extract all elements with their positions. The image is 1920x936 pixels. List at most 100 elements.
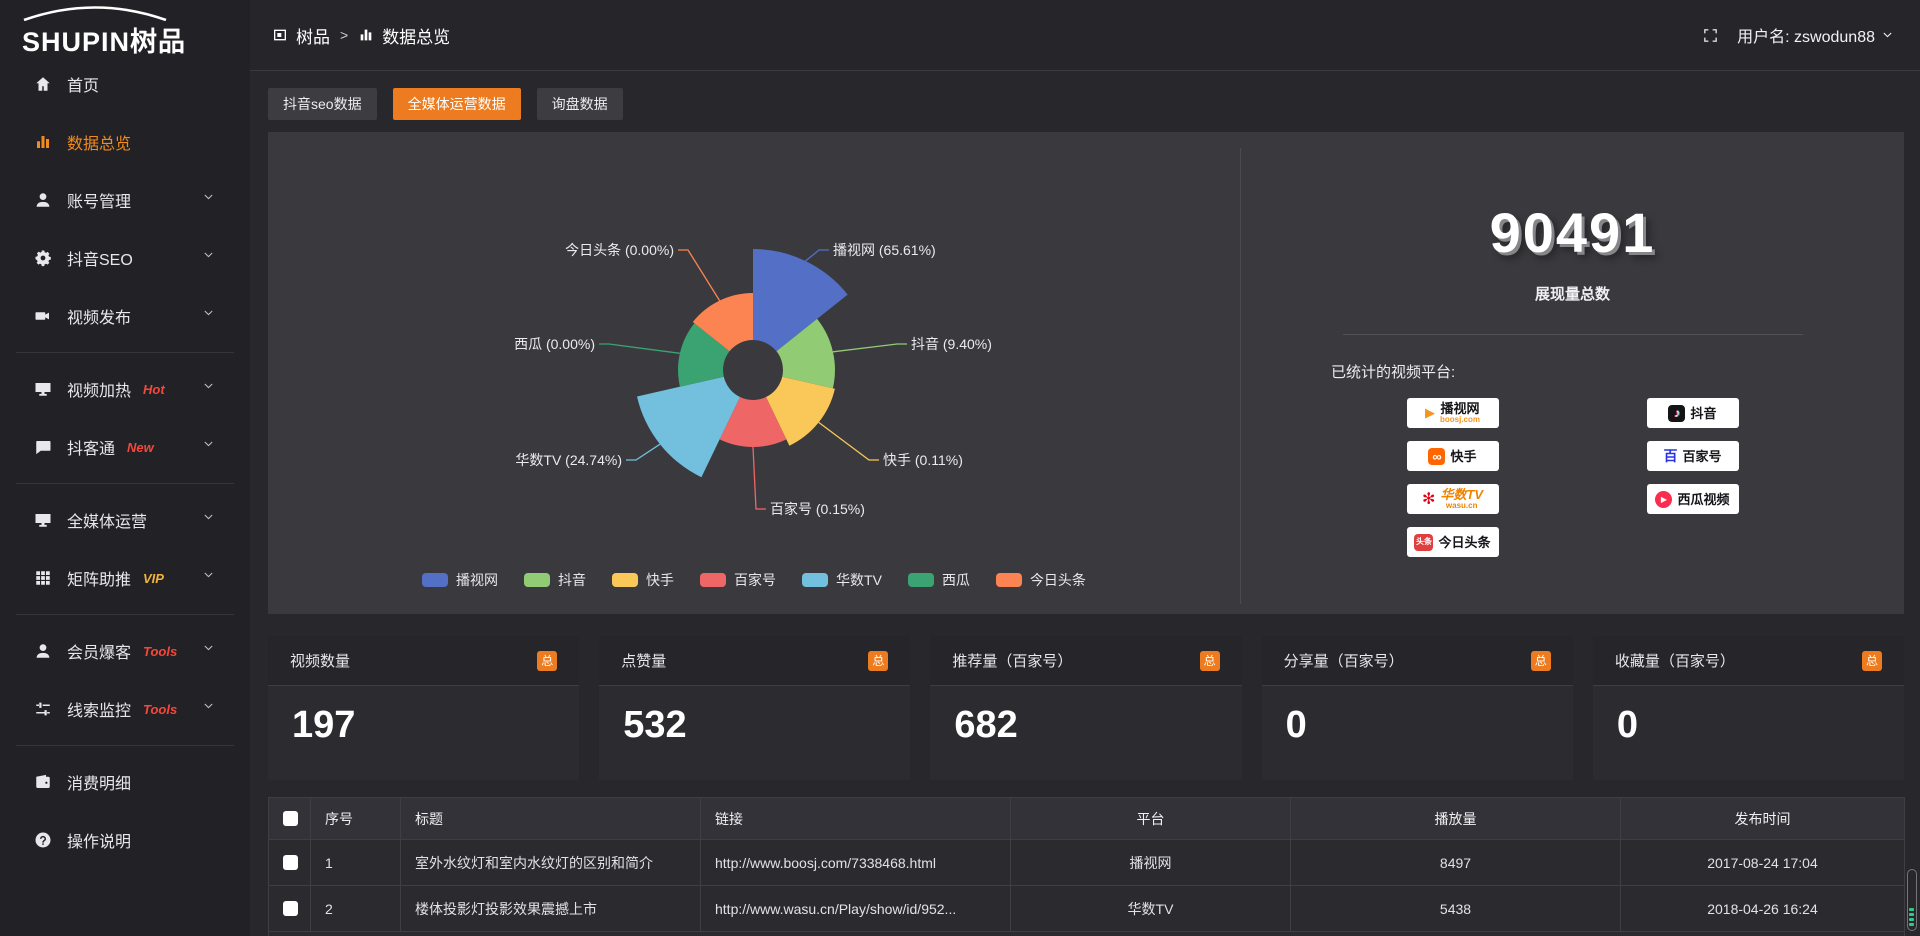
sidebar-item-media-operation[interactable]: 全媒体运营 — [0, 498, 250, 542]
sidebar-divider — [16, 352, 234, 353]
user-icon — [34, 191, 52, 209]
chevron-down-icon — [202, 511, 230, 529]
total-badge: 总 — [1200, 651, 1220, 671]
legend-item[interactable]: 今日头条 — [996, 570, 1086, 590]
legend-swatch — [422, 573, 448, 587]
legend-swatch — [612, 573, 638, 587]
table-row: 2 楼体投影灯投影效果震撼上市 http://www.wasu.cn/Play/… — [269, 886, 1905, 932]
sidebar-item-label: 账号管理 — [67, 188, 131, 212]
sidebar-divider — [16, 745, 234, 746]
sidebar-item-help[interactable]: 操作说明 — [0, 818, 250, 862]
page-scrollbar-thumb[interactable] — [1907, 869, 1917, 931]
chevron-down-icon — [202, 249, 230, 267]
monitor-icon — [34, 511, 52, 529]
breadcrumb-root[interactable]: 树品 — [272, 23, 330, 48]
col-header-publish-time: 发布时间 — [1621, 798, 1905, 840]
chevron-down-icon — [202, 569, 230, 587]
hot-badge: Hot — [143, 382, 165, 397]
sidebar-item-member-baoke[interactable]: 会员爆客 Tools — [0, 629, 250, 673]
cell-title-link[interactable]: 楼体投影灯投影效果震撼上市 — [401, 886, 701, 932]
pie-label-line — [819, 422, 879, 460]
stat-card-value: 682 — [930, 686, 1241, 747]
pie-label: 华数TV (24.74%) — [515, 452, 622, 468]
pie-label-line — [753, 447, 766, 509]
cell-publish-time: 2017-08-24 17:04 — [1621, 840, 1905, 886]
sidebar-item-home[interactable]: 首页 — [0, 62, 250, 106]
tab-media-operation-data[interactable]: 全媒体运营数据 — [393, 88, 521, 120]
user-menu[interactable]: 用户名: zswodun88 — [1737, 23, 1894, 47]
legend-item[interactable]: 抖音 — [524, 570, 586, 590]
pie-slice-华数TV[interactable] — [637, 377, 740, 478]
stat-card-title: 视频数量 — [290, 650, 350, 671]
boosj-logo-icon — [1425, 405, 1435, 422]
username-label: 用户名: zswodun88 — [1737, 23, 1875, 47]
stat-card-likes: 点赞量总 532 — [599, 636, 910, 780]
legend-item[interactable]: 播视网 — [422, 570, 498, 590]
sidebar-menu: 首页 数据总览 账号管理 抖音SEO 视频发布 视频加热 Hot — [0, 56, 250, 862]
cell-index: 1 — [311, 840, 401, 886]
legend-item[interactable]: 快手 — [612, 570, 674, 590]
total-badge: 总 — [1862, 651, 1882, 671]
legend-item[interactable]: 百家号 — [700, 570, 776, 590]
legend-item[interactable]: 西瓜 — [908, 570, 970, 590]
legend-item[interactable]: 华数TV — [802, 570, 882, 590]
total-impressions-value: 90491 — [1241, 200, 1904, 265]
sidebar-item-lead-monitor[interactable]: 线索监控 Tools — [0, 687, 250, 731]
summary-divider — [1343, 334, 1803, 335]
stat-card-recommends: 推荐量（百家号）总 682 — [930, 636, 1241, 780]
sidebar-item-data-overview[interactable]: 数据总览 — [0, 120, 250, 164]
row-checkbox[interactable] — [283, 855, 298, 870]
chart-legend: 播视网 抖音 快手 百家号 华数TV 西瓜 今日头条 — [268, 570, 1240, 590]
cell-title-link[interactable]: 室外水纹灯和室内水纹灯的区别和简介 — [401, 840, 701, 886]
sidebar-item-video-heat[interactable]: 视频加热 Hot — [0, 367, 250, 411]
platforms-label: 已统计的视频平台: — [1241, 361, 1904, 382]
app-logo[interactable]: SHUPIN树品 — [0, 0, 250, 56]
cell-url-link[interactable]: http://www.wasu.cn/Play/show/id/952... — [701, 886, 1011, 932]
sidebar-item-label: 线索监控 — [67, 697, 131, 721]
platform-badge-douyin: 抖音 — [1647, 398, 1739, 428]
logo-arc-icon — [20, 5, 170, 21]
sidebar-divider — [16, 614, 234, 615]
sidebar-item-matrix-boost[interactable]: 矩阵助推 VIP — [0, 556, 250, 600]
fullscreen-icon[interactable] — [1702, 27, 1719, 44]
sidebar-item-account[interactable]: 账号管理 — [0, 178, 250, 222]
overview-panel: 播视网 (65.61%)抖音 (9.40%)快手 (0.11%)百家号 (0.1… — [268, 132, 1904, 614]
tab-inquiry-data[interactable]: 询盘数据 — [537, 88, 623, 120]
cell-url-link[interactable]: http://www.boosj.com/7338468.html — [701, 840, 1011, 886]
baijiahao-logo-icon: 百 — [1663, 448, 1677, 465]
sidebar-item-video-publish[interactable]: 视频发布 — [0, 294, 250, 338]
topbar: 树品 > 数据总览 用户名: zswodun88 — [250, 0, 1920, 71]
stat-card-value: 0 — [1593, 686, 1904, 747]
chat-icon — [34, 438, 52, 456]
tab-douyin-seo-data[interactable]: 抖音seo数据 — [268, 88, 377, 120]
sidebar: SHUPIN树品 首页 数据总览 账号管理 抖音SEO 视频发布 视频 — [0, 0, 250, 936]
sidebar-item-label: 抖音SEO — [67, 246, 133, 270]
logo-text: SHUPIN树品 — [22, 20, 250, 59]
sidebar-divider — [16, 483, 234, 484]
legend-swatch — [802, 573, 828, 587]
breadcrumb-root-label: 树品 — [296, 23, 330, 48]
pie-label: 快手 (0.11%) — [883, 452, 963, 468]
sliders-icon — [34, 700, 52, 718]
sidebar-item-douketong[interactable]: 抖客通 New — [0, 425, 250, 469]
chevron-down-icon — [1881, 29, 1894, 42]
data-tabs: 抖音seo数据 全媒体运营数据 询盘数据 — [268, 88, 623, 120]
stat-card-video-count: 视频数量总 197 — [268, 636, 579, 780]
kuaishou-logo-icon — [1428, 448, 1445, 465]
col-header-plays: 播放量 — [1291, 798, 1621, 840]
sidebar-item-label: 会员爆客 — [67, 639, 131, 663]
select-all-checkbox[interactable] — [283, 811, 298, 826]
row-checkbox[interactable] — [283, 901, 298, 916]
mini-widget-stripes-icon — [1909, 908, 1914, 926]
stat-card-title: 收藏量（百家号） — [1615, 650, 1735, 671]
cell-plays: 5438 — [1291, 886, 1621, 932]
col-header-title: 标题 — [401, 798, 701, 840]
pie-label: 今日头条 (0.00%) — [565, 242, 674, 258]
sidebar-item-douyin-seo[interactable]: 抖音SEO — [0, 236, 250, 280]
sidebar-item-consumption[interactable]: 消费明细 — [0, 760, 250, 804]
pie-label: 抖音 (9.40%) — [911, 336, 992, 352]
tools-badge: Tools — [143, 644, 177, 659]
douyin-logo-icon — [1668, 405, 1685, 422]
col-header-index: 序号 — [311, 798, 401, 840]
table-row: 1 室外水纹灯和室内水纹灯的区别和简介 http://www.boosj.com… — [269, 840, 1905, 886]
